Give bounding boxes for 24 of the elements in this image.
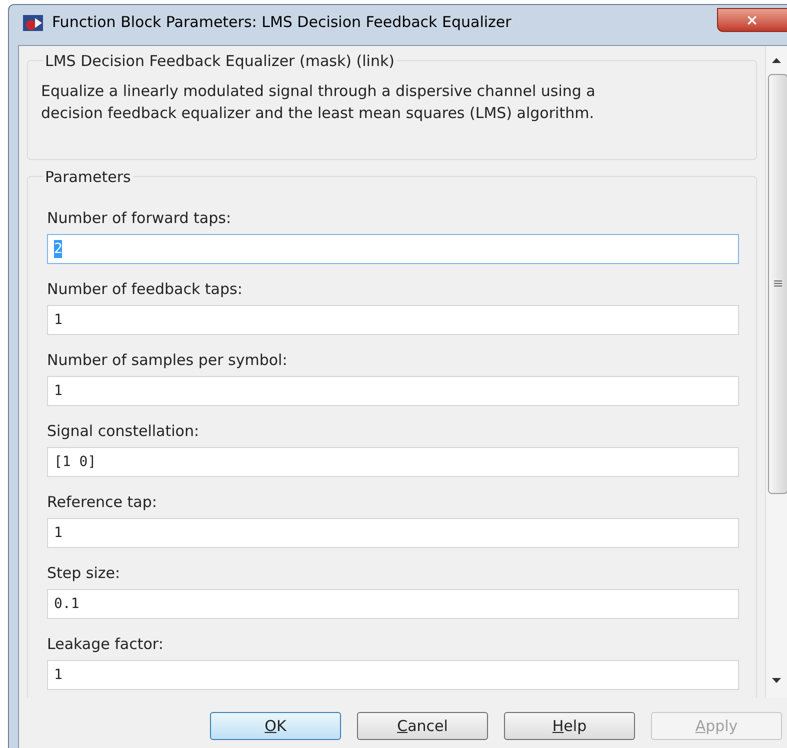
- scrollbar-thumb[interactable]: [768, 74, 787, 494]
- input-field[interactable]: [1 0]: [47, 447, 739, 477]
- dialog-button[interactable]: Help: [504, 712, 635, 740]
- window-title: Function Block Parameters: LMS Decision Feedback Equalizer: [52, 12, 512, 34]
- field-label: Step size:: [47, 563, 120, 583]
- field-label: Reference tap:: [47, 492, 157, 512]
- dialog-button[interactable]: OK: [210, 712, 341, 740]
- field-label: Number of forward taps:: [47, 208, 231, 228]
- app-icon: [22, 14, 44, 32]
- field-label: Number of samples per symbol:: [47, 350, 288, 370]
- input-field[interactable]: 1: [47, 660, 739, 690]
- scrollbar[interactable]: [765, 46, 787, 698]
- input-field[interactable]: 0.1: [47, 589, 739, 619]
- field-label: Signal constellation:: [47, 421, 200, 441]
- input-field[interactable]: 1: [47, 518, 739, 548]
- scroll-up-icon[interactable]: [772, 58, 781, 63]
- grip-icon: [774, 280, 782, 288]
- field-label: Leakage factor:: [47, 634, 164, 654]
- scroll-down-icon[interactable]: [772, 678, 781, 683]
- field-label: Number of feedback taps:: [47, 279, 242, 299]
- description-text: Equalize a linearly modulated signal through a dispersive channel using a decision feedback equalizer and the least mean squares (LMS) algorithm.: [41, 81, 596, 124]
- input-field[interactable]: 1: [47, 305, 739, 335]
- input-field[interactable]: 1: [47, 376, 739, 406]
- dialog-button[interactable]: Cancel: [357, 712, 488, 740]
